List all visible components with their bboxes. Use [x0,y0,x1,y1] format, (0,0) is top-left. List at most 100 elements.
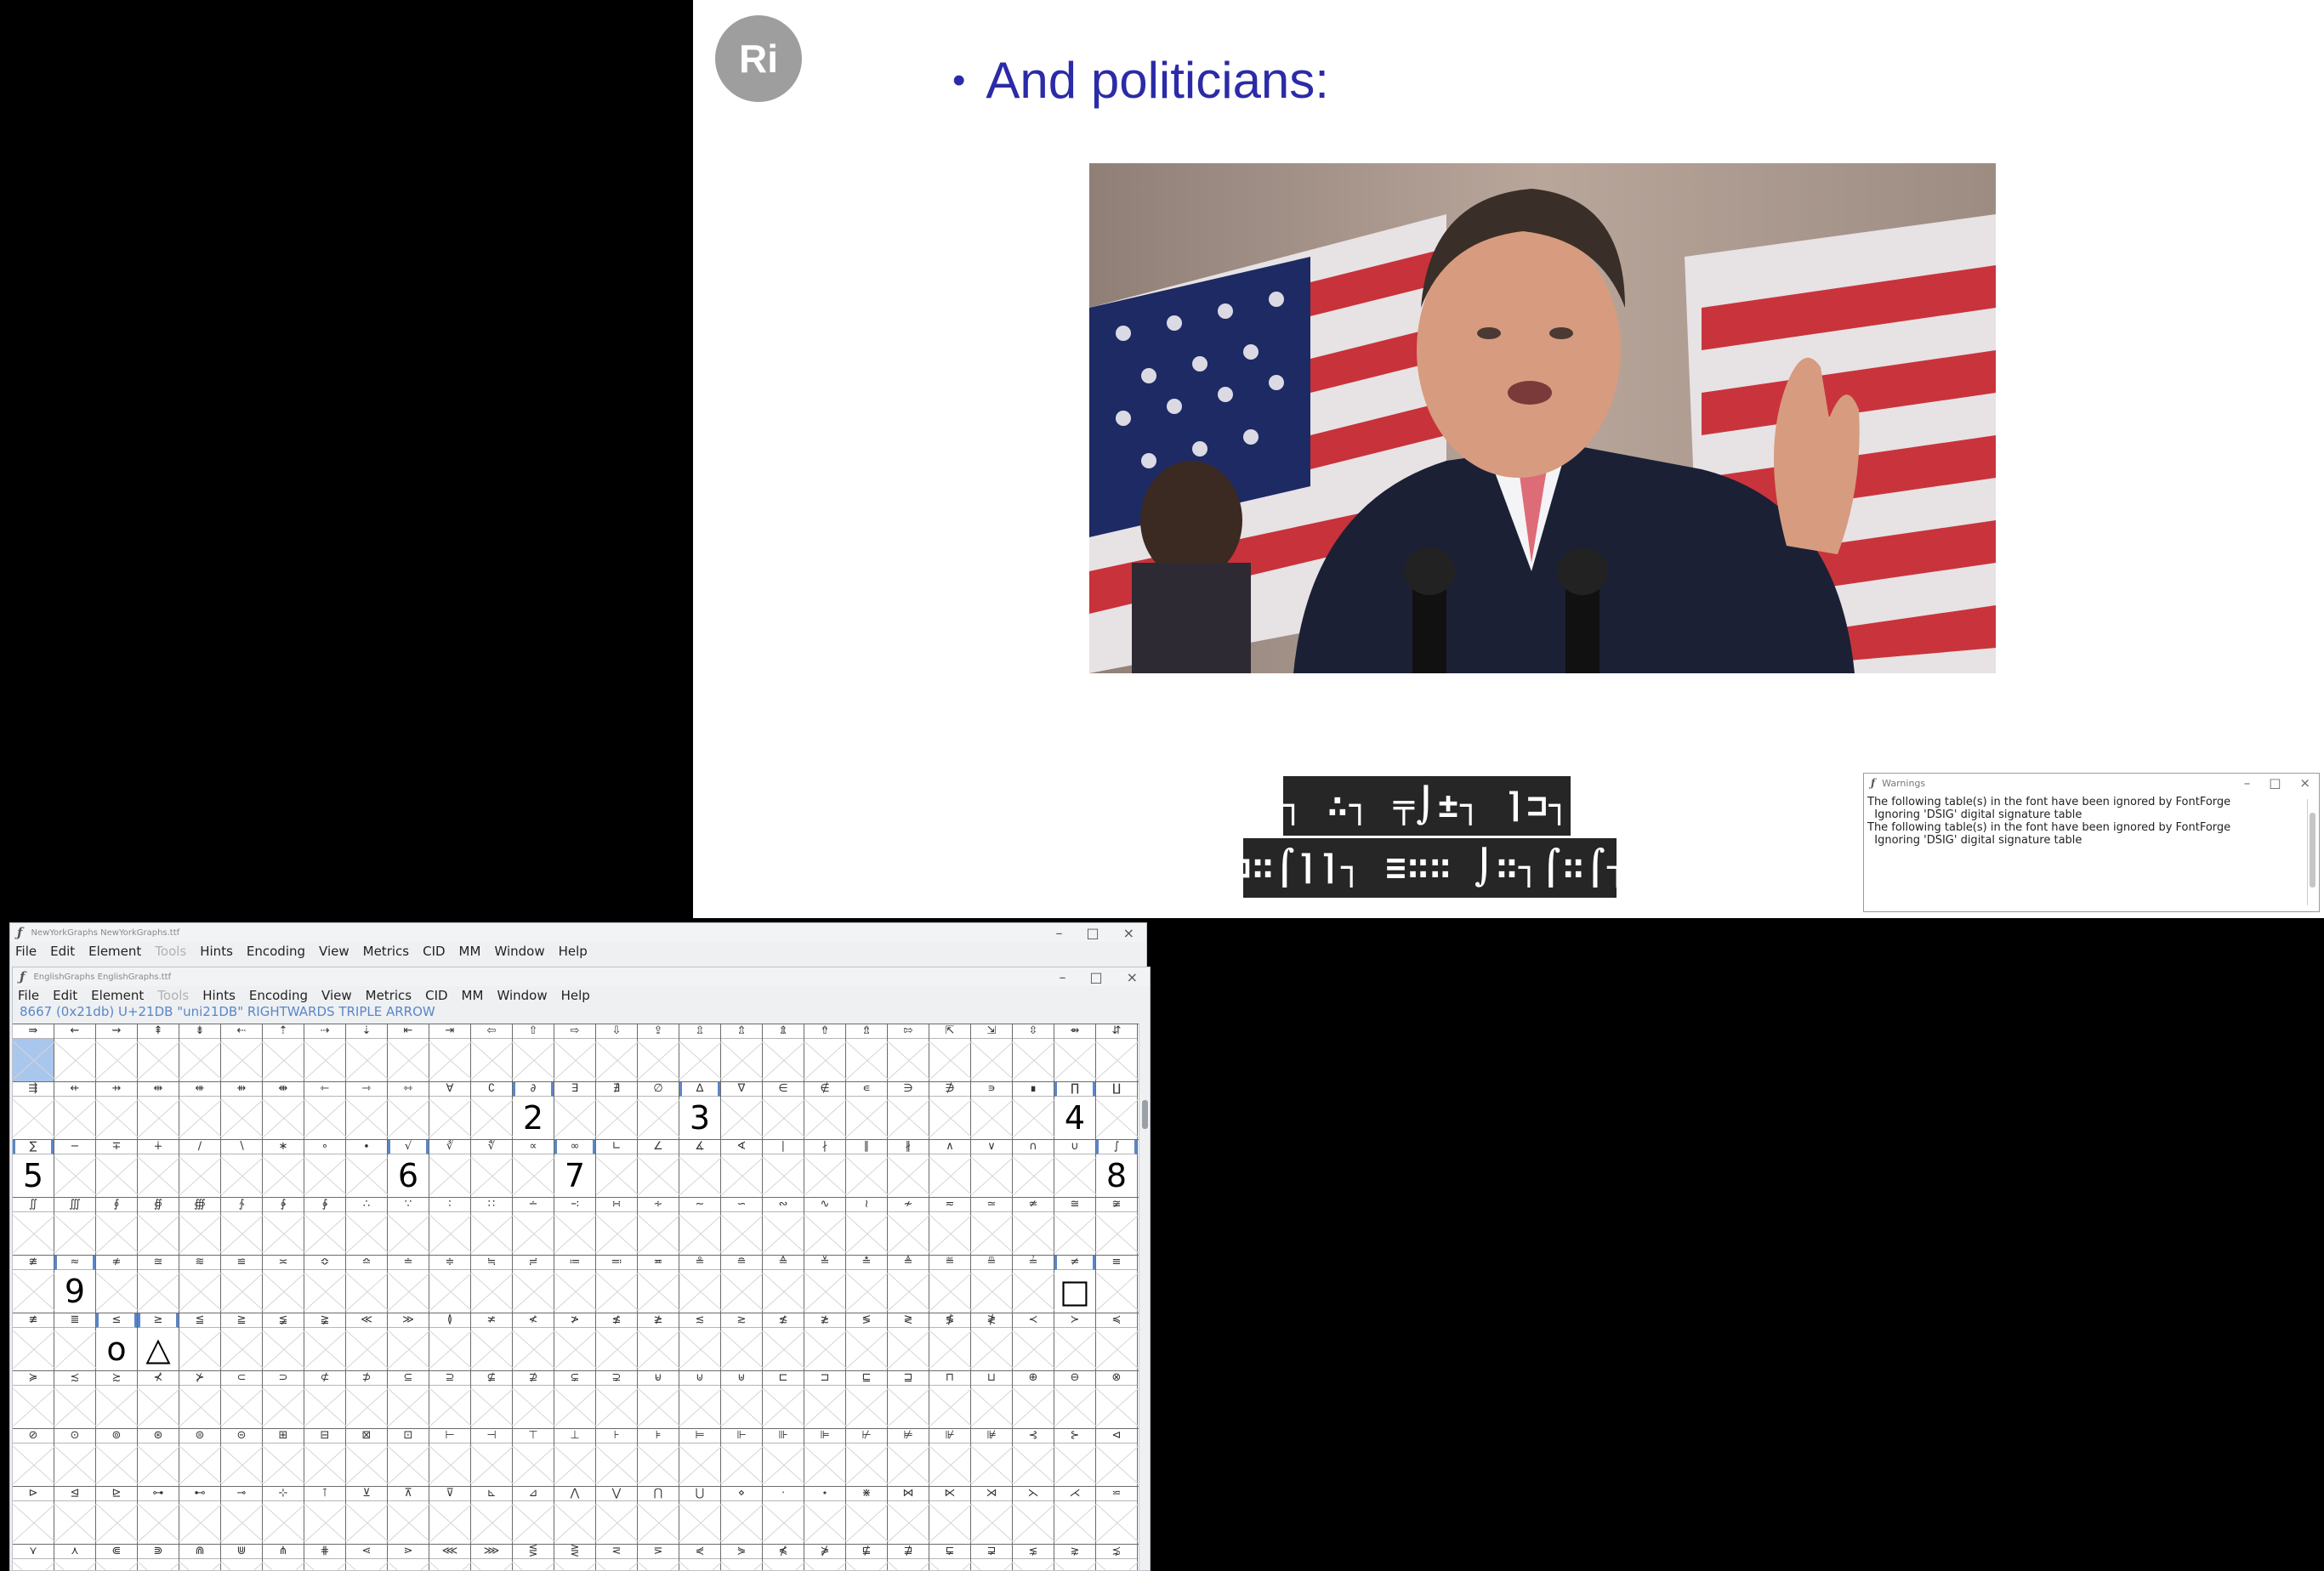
back-menu-window[interactable]: Window [494,944,544,959]
glyph-cell[interactable]: ∢ [721,1140,763,1197]
minimize-icon[interactable]: – [2244,775,2251,791]
glyph-cell[interactable]: ∗ [263,1140,304,1197]
glyph-cell[interactable]: ≱ [638,1313,679,1370]
glyph-cell[interactable]: ≼ [1096,1313,1138,1370]
glyph-cell[interactable]: ≋ [179,1256,221,1313]
glyph-cell[interactable]: ⋥ [971,1545,1013,1570]
glyph-cell[interactable]: ⇱ [929,1024,971,1081]
glyph-cell[interactable]: ⇻ [221,1082,263,1139]
fontforge-titlebar[interactable]: ƒ EnglishGraphs EnglishGraphs.ttf – □ × [13,967,1150,986]
glyph-cell[interactable]: ⇜ [54,1024,96,1081]
glyph-cell[interactable]: ⊦ [596,1429,638,1486]
glyph-cell[interactable]: ⊻ [346,1487,388,1544]
glyph-cell[interactable]: ∯ [138,1198,179,1255]
glyph-cell[interactable]: ⊄ [304,1371,346,1428]
glyph-cell[interactable]: ⊨ [679,1429,721,1486]
glyph-cell[interactable]: ⋇ [846,1487,888,1544]
glyph-cell[interactable]: ∫ 8 [1096,1140,1138,1197]
glyph-cell[interactable]: ⊉ [513,1371,554,1428]
glyph-cell[interactable]: ⋏ [54,1545,96,1570]
glyph-cell[interactable]: ⋕ [304,1545,346,1570]
glyph-cell[interactable]: ∪ [1054,1140,1096,1197]
glyph-cell[interactable]: ≈9 [54,1256,96,1313]
front-menu-file[interactable]: File [18,988,39,1003]
glyph-cell[interactable]: ⇹ [138,1082,179,1139]
back-menu-help[interactable]: Help [559,944,588,959]
glyph-cell[interactable]: ⊇ [429,1371,471,1428]
glyph-cell[interactable]: ⇰ [888,1024,929,1081]
glyph-cell[interactable]: ⋙ [471,1545,513,1570]
glyph-cell[interactable]: √ 6 [388,1140,429,1197]
glyph-cell[interactable]: ⊍ [679,1371,721,1428]
glyph-cell[interactable]: ∉ [804,1082,846,1139]
glyph-cell[interactable]: ⊘ [13,1429,54,1486]
glyph-cell[interactable]: ⋎ [13,1545,54,1570]
glyph-cell[interactable]: ⋘ [429,1545,471,1570]
glyph-cell[interactable]: ∅ [638,1082,679,1139]
glyph-cell[interactable]: ⊁ [179,1371,221,1428]
glyph-cell[interactable]: ⇠ [221,1024,263,1081]
glyph-cell[interactable]: ⊅ [346,1371,388,1428]
glyph-cell[interactable]: ∊ [846,1082,888,1139]
minimize-icon[interactable]: – [1055,925,1062,941]
glyph-cell[interactable]: ⋑ [138,1545,179,1570]
back-menu-mm[interactable]: MM [459,944,481,959]
glyph-cell[interactable]: ∈ [763,1082,804,1139]
glyph-cell[interactable]: ⇿ [388,1082,429,1139]
glyph-cell[interactable]: ∛ [429,1140,471,1197]
front-menu-tools[interactable]: Tools [157,988,189,1003]
glyph-cell[interactable]: ≙ [763,1256,804,1313]
glyph-cell[interactable]: ⇯ [846,1024,888,1081]
close-icon[interactable]: × [2299,775,2310,791]
glyph-cell[interactable]: ⋚ [513,1545,554,1570]
glyph-cell[interactable]: ∮ [96,1198,138,1255]
back-menu-encoding[interactable]: Encoding [247,944,305,959]
glyph-cell[interactable]: ⊫ [804,1429,846,1486]
back-menu-cid[interactable]: CID [423,944,445,959]
glyph-cell[interactable]: ⊳ [13,1487,54,1544]
front-menu-help[interactable]: Help [561,988,590,1003]
front-menu-element[interactable]: Element [91,988,144,1003]
glyph-cell[interactable]: ∞ 7 [554,1140,596,1197]
glyph-cell[interactable]: ⋝ [638,1545,679,1570]
glyph-cell[interactable]: ∿ [804,1198,846,1255]
glyph-cell[interactable]: ≀ [846,1198,888,1255]
glyph-cell[interactable]: ∂ 2 [513,1082,554,1139]
glyph-cell[interactable]: ∳ [304,1198,346,1255]
glyph-cell[interactable]: ≣ [54,1313,96,1370]
glyph-cell[interactable]: ≌ [221,1256,263,1313]
glyph-cell[interactable]: ⋛ [554,1545,596,1570]
front-menu-metrics[interactable]: Metrics [366,988,412,1003]
glyph-cell[interactable]: ⋧ [1054,1545,1096,1570]
glyph-cell[interactable]: ⊤ [513,1429,554,1486]
glyph-cell[interactable]: ⇪ [638,1024,679,1081]
glyph-cell[interactable]: ∴ [346,1198,388,1255]
glyph-cell[interactable]: ≫ [388,1313,429,1370]
glyph-cell[interactable]: ⊑ [846,1371,888,1428]
glyph-cell[interactable]: ⇡ [263,1024,304,1081]
glyph-cell[interactable]: ≮ [513,1313,554,1370]
glyph-cell[interactable]: ∻ [638,1198,679,1255]
glyph-cell[interactable]: ≢ [13,1313,54,1370]
glyph-cell[interactable]: ⊢ [429,1429,471,1486]
glyph-cell[interactable]: ∖ [221,1140,263,1197]
glyph-cell[interactable]: ∏ 4 [1054,1082,1096,1139]
glyph-cell[interactable]: ⇭ [763,1024,804,1081]
glyph-cell[interactable]: ∔ [138,1140,179,1197]
glyph-cell[interactable]: ⊬ [846,1429,888,1486]
glyph-cell[interactable]: ⋜ [596,1545,638,1570]
glyph-cell[interactable]: ≪ [346,1313,388,1370]
glyph-cell[interactable]: ∶ [429,1198,471,1255]
glyph-cell[interactable]: − [54,1140,96,1197]
glyph-cell[interactable]: ⋌ [1054,1487,1096,1544]
glyph-cell[interactable]: ≩ [304,1313,346,1370]
glyph-cell[interactable]: ⊚ [96,1429,138,1486]
glyph-cell[interactable]: ∭ [54,1198,96,1255]
glyph-cell[interactable]: ∀ [429,1082,471,1139]
glyph-cell[interactable]: ≔ [554,1256,596,1313]
glyph-cell[interactable]: ⋨ [1096,1545,1138,1570]
glyph-cell[interactable]: ∟ [596,1140,638,1197]
maximize-icon[interactable]: □ [2269,775,2281,791]
glyph-cell[interactable]: ≊ [138,1256,179,1313]
glyph-cell[interactable]: ⊽ [429,1487,471,1544]
